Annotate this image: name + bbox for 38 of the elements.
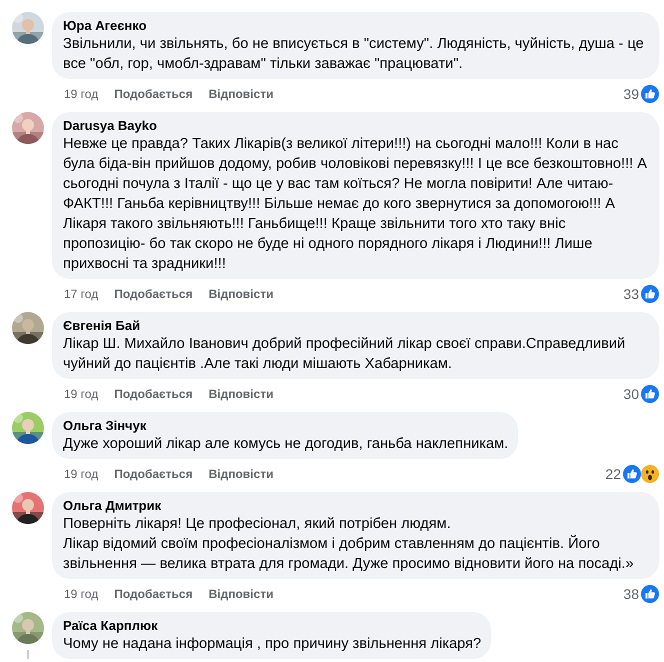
reply-link[interactable]: Відповісти [208,587,274,601]
like-icon [641,285,659,303]
author-name[interactable]: Darusya Bayko [63,118,649,134]
reply-link[interactable]: Відповісти [208,387,274,401]
comment-time[interactable]: 17 год [64,287,98,301]
reply-link[interactable]: Відповісти [208,287,274,301]
like-icon [641,585,659,603]
like-icon [623,465,641,483]
wow-icon [641,465,659,483]
like-link[interactable]: Подобається [114,87,193,101]
author-name[interactable]: Раїса Карплюк [63,618,482,634]
reaction-count[interactable]: 22 [605,466,621,482]
comment-time[interactable]: 19 год [64,467,98,481]
comment-text: Дуже хороший лікар але комусь не догодив, ганьба наклепникам. [63,435,508,454]
comment-text: Лікар Ш. Михайло Іванович добрий професійний лікар своєї справи.Справедливий чуйний до пацієнтів .Але такі люди мішають Хабарникам. [63,335,626,374]
reply-link[interactable]: Відповісти [208,467,274,481]
comment-text: Звільнили, чи звільнять, бо не вписується в "систему". Людяність, чуйність, душа - це все "обл, гор, чмобл-здравам" тільки заважає "працювати". [63,35,645,74]
like-link[interactable]: Подобається [114,287,193,301]
like-link[interactable]: Подобається [114,587,193,601]
comment-text: Поверніть лікаря! Це професіонал, який потрібен людям. Лікар відомий своїм професіоналізмом і добрим ставленням до пацієнтів. Його звільнення — велика втрата для громади. Дуже просимо відновити його на посаді.» [63,515,635,574]
author-name[interactable]: Євгенія Бай [63,318,649,334]
comment-time[interactable]: 19 год [64,387,98,401]
reaction-count[interactable]: 33 [623,286,639,302]
author-name[interactable]: Ольга Дмитрик [63,498,649,514]
comment-text: Чому не надана інформація , про причину звільнення лікаря? [63,635,482,654]
author-name[interactable]: Юра Агеєнко [63,18,649,34]
comment-time[interactable]: 19 год [64,87,98,101]
like-icon [641,85,659,103]
like-icon [641,385,659,403]
comment-text: Невже це правда? Таких Лікарів(з великої літери!!!) на сьогодні мало!!! Коли в нас була біда-він прийшов додому, робив чоловікові перевязку!!! І це все безкоштовно!!! А сьогодні почула з Італії - що це у вас там коїться? Не могла повірити! Але читаю-ФАКТ!!! Ганьба керівництву!!! Більше немає до кого звернутися за допомогою!!! А Лікаря такого звільняють!!! Ганьбище!!! Краще звільнити того хто таку вніс пропозицію- бо так скоро не буде ні одного порядного лікаря і Людини!!! Лише прихвосні та зрадники!!! [63,135,648,274]
reaction-count[interactable]: 38 [623,586,639,602]
reply-link[interactable]: Відповісти [208,87,274,101]
author-name[interactable]: Ольга Зінчук [63,418,508,434]
reaction-count[interactable]: 30 [623,386,639,402]
comment-time[interactable]: 19 год [64,587,98,601]
like-link[interactable]: Подобається [114,467,193,481]
reaction-count[interactable]: 39 [623,86,639,102]
like-link[interactable]: Подобається [114,387,193,401]
